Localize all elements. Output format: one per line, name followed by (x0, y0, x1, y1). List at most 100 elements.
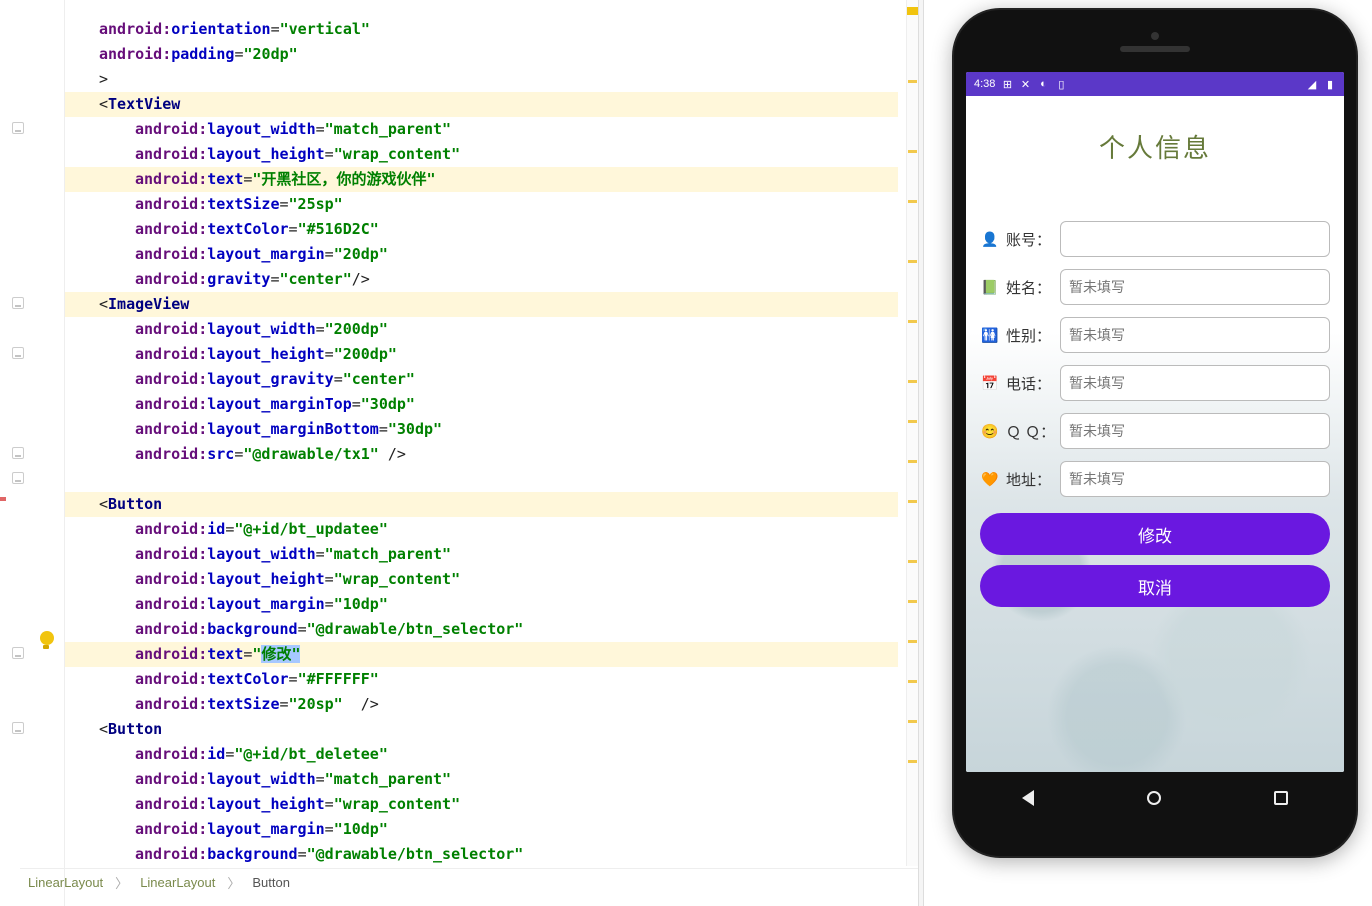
battery-icon: ▮ (1324, 78, 1336, 90)
code-line[interactable]: <Button (65, 717, 898, 742)
form-row: 😊Ｑ Ｑ： (966, 407, 1344, 455)
code-line[interactable]: android:layout_margin="10dp" (65, 592, 898, 617)
code-line[interactable]: android:text="修改" (65, 642, 898, 667)
text-input[interactable] (1060, 461, 1330, 497)
code-line[interactable]: <TextView (65, 92, 898, 117)
code-line[interactable]: <ImageView (65, 292, 898, 317)
code-line[interactable]: android:layout_gravity="center" (65, 367, 898, 392)
phone-speaker-icon (1120, 46, 1190, 52)
code-line[interactable]: android:layout_height="wrap_content" (65, 792, 898, 817)
code-line[interactable]: android:id="@+id/bt_updatee" (65, 517, 898, 542)
warning-marker[interactable] (908, 150, 917, 153)
warning-marker[interactable] (908, 260, 917, 263)
code-line[interactable]: android:src="@drawable/tx1" /> (65, 442, 898, 467)
form-row: 🚻性别： (966, 311, 1344, 359)
field-label: 账号： (1006, 229, 1054, 250)
warning-marker[interactable] (908, 560, 917, 563)
fold-toggle-icon[interactable] (12, 447, 24, 459)
text-input[interactable] (1060, 221, 1330, 257)
warning-marker[interactable] (908, 640, 917, 643)
nav-recent-icon[interactable] (1274, 791, 1288, 805)
status-icons-left: ⊞ ✕ ◐ ▯ (1001, 78, 1067, 90)
signal-icon: ◢ (1306, 78, 1318, 90)
code-line[interactable]: android:textSize="20sp" /> (65, 692, 898, 717)
code-line[interactable]: android:textColor="#FFFFFF" (65, 667, 898, 692)
error-marker (0, 497, 6, 501)
page-title: 个人信息 (966, 96, 1344, 215)
warning-marker[interactable] (908, 500, 917, 503)
breadcrumb-item[interactable]: Button (252, 875, 290, 890)
warning-marker[interactable] (908, 720, 917, 723)
field-label: Ｑ Ｑ： (1006, 421, 1054, 442)
code-editor-pane[interactable]: android:orientation="vertical"android:pa… (0, 0, 918, 906)
code-line[interactable]: android:orientation="vertical" (65, 17, 898, 42)
field-label: 电话： (1006, 373, 1054, 394)
code-line[interactable]: android:layout_width="200dp" (65, 317, 898, 342)
code-line[interactable]: android:text="开黑社区，你的游戏伙伴" (65, 167, 898, 192)
code-line[interactable]: android:layout_height="wrap_content" (65, 142, 898, 167)
form-row: 📗姓名： (966, 263, 1344, 311)
phone-frame: 4:38 ⊞ ✕ ◐ ▯ ◢ ▮ 个人信息 👤账号：📗姓名：🚻性 (952, 8, 1358, 858)
code-line[interactable]: <Button (65, 492, 898, 517)
fold-toggle-icon[interactable] (12, 472, 24, 484)
code-line[interactable]: android:background="@drawable/btn_select… (65, 842, 898, 866)
nav-home-icon[interactable] (1147, 791, 1161, 805)
chevron-right-icon: 〉 (115, 873, 128, 892)
warning-marker[interactable] (908, 420, 917, 423)
marker-strip-right[interactable] (906, 0, 918, 866)
code-line[interactable]: android:padding="20dp" (65, 42, 898, 67)
fold-toggle-icon[interactable] (12, 722, 24, 734)
warning-marker[interactable] (908, 80, 917, 83)
form-row: 🧡地址： (966, 455, 1344, 503)
text-input[interactable] (1060, 365, 1330, 401)
warning-marker[interactable] (908, 460, 917, 463)
code-line[interactable]: > (65, 67, 898, 92)
warning-marker[interactable] (908, 600, 917, 603)
fold-toggle-icon[interactable] (12, 122, 24, 134)
layout-preview-pane: 4:38 ⊞ ✕ ◐ ▯ ◢ ▮ 个人信息 👤账号：📗姓名：🚻性 (924, 0, 1372, 906)
code-line[interactable]: android:layout_marginTop="30dp" (65, 392, 898, 417)
code-line[interactable]: android:layout_margin="20dp" (65, 242, 898, 267)
code-line[interactable]: android:id="@+id/bt_deletee" (65, 742, 898, 767)
dnd-icon: ◐ (1037, 78, 1049, 90)
breadcrumb[interactable]: LinearLayout 〉 LinearLayout 〉 Button (20, 868, 918, 896)
code-line[interactable]: android:textSize="25sp" (65, 192, 898, 217)
code-line[interactable]: android:background="@drawable/btn_select… (65, 617, 898, 642)
code-line[interactable]: android:layout_marginBottom="30dp" (65, 417, 898, 442)
chevron-right-icon: 〉 (227, 873, 240, 892)
root: android:orientation="vertical"android:pa… (0, 0, 1372, 906)
cancel-button[interactable]: 取消 (980, 565, 1330, 607)
warning-marker[interactable] (908, 200, 917, 203)
text-input[interactable] (1060, 317, 1330, 353)
fold-toggle-icon[interactable] (12, 647, 24, 659)
warning-marker[interactable] (908, 760, 917, 763)
nav-back-icon[interactable] (1022, 790, 1034, 806)
code-line[interactable]: android:layout_width="match_parent" (65, 542, 898, 567)
fold-toggle-icon[interactable] (12, 347, 24, 359)
code-line[interactable]: android:layout_width="match_parent" (65, 767, 898, 792)
field-icon: 📗 (980, 277, 1000, 297)
text-input[interactable] (1060, 269, 1330, 305)
code-area[interactable]: android:orientation="vertical"android:pa… (65, 0, 898, 866)
code-line[interactable]: android:gravity="center"/> (65, 267, 898, 292)
code-line[interactable]: android:layout_height="200dp" (65, 342, 898, 367)
warning-marker[interactable] (908, 320, 917, 323)
code-line[interactable]: android:textColor="#516D2C" (65, 217, 898, 242)
code-line[interactable] (65, 467, 898, 492)
fold-toggle-icon[interactable] (12, 297, 24, 309)
modify-button[interactable]: 修改 (980, 513, 1330, 555)
phone-screen: 4:38 ⊞ ✕ ◐ ▯ ◢ ▮ 个人信息 👤账号：📗姓名：🚻性 (966, 72, 1344, 772)
warning-marker[interactable] (908, 680, 917, 683)
status-icons-right: ◢ ▮ (1306, 78, 1336, 90)
breadcrumb-item[interactable]: LinearLayout (140, 875, 215, 890)
analysis-status-icon (907, 7, 918, 15)
code-line[interactable]: android:layout_margin="10dp" (65, 817, 898, 842)
code-line[interactable]: android:layout_height="wrap_content" (65, 567, 898, 592)
text-input[interactable] (1060, 413, 1330, 449)
sd-icon: ▯ (1055, 78, 1067, 90)
intention-bulb-icon[interactable] (40, 631, 54, 645)
code-line[interactable]: android:layout_width="match_parent" (65, 117, 898, 142)
warning-marker[interactable] (908, 380, 917, 383)
breadcrumb-item[interactable]: LinearLayout (28, 875, 103, 890)
wifi-off-icon: ✕ (1019, 78, 1031, 90)
